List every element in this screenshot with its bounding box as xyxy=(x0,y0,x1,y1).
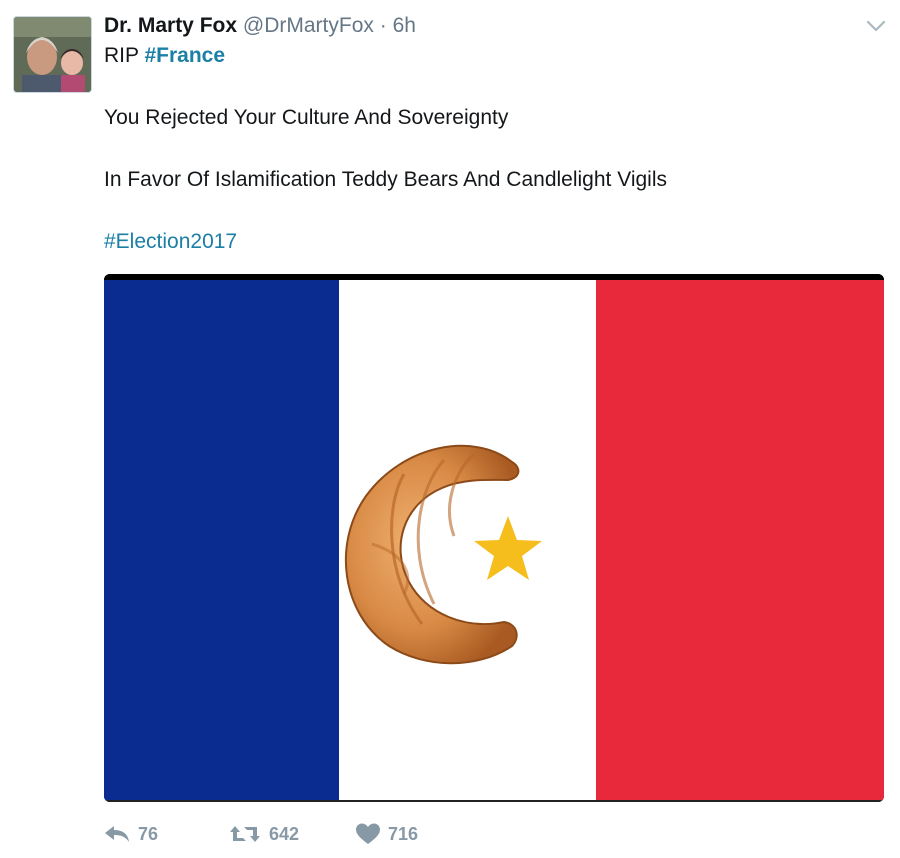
like-count: 716 xyxy=(388,823,419,844)
flag-image xyxy=(104,274,884,802)
tweet: Dr. Marty Fox @DrMartyFox · 6h RIP #Fran… xyxy=(0,0,900,858)
tweet-text-line-4: #Election2017 xyxy=(104,228,237,256)
hashtag-link[interactable]: #Election2017 xyxy=(104,230,237,253)
avatar-photo xyxy=(14,17,91,92)
heart-icon xyxy=(356,823,380,844)
tweet-media-image[interactable] xyxy=(104,274,884,802)
user-handle[interactable]: @DrMartyFox xyxy=(243,14,374,37)
like-button[interactable]: 716 xyxy=(356,818,418,850)
tweet-text-line-2: You Rejected Your Culture And Sovereignt… xyxy=(104,106,509,129)
flag-red-stripe xyxy=(596,280,884,800)
separator: · xyxy=(379,14,387,37)
retweet-icon xyxy=(230,826,260,842)
reply-icon xyxy=(105,826,129,842)
tweet-text: RIP xyxy=(104,44,139,67)
reply-button[interactable]: 76 xyxy=(104,818,158,850)
chevron-down-icon[interactable] xyxy=(864,14,888,38)
flag-blue-stripe xyxy=(104,280,339,800)
timestamp[interactable]: 6h xyxy=(393,14,416,37)
reply-count: 76 xyxy=(138,823,159,844)
hashtag-link[interactable]: #France xyxy=(144,44,225,67)
retweet-count: 642 xyxy=(269,823,300,844)
tweet-text-line-3: In Favor Of Islamification Teddy Bears A… xyxy=(104,168,668,191)
avatar[interactable] xyxy=(13,16,92,93)
tweet-header: Dr. Marty Fox @DrMartyFox · 6h xyxy=(104,10,416,42)
retweet-button[interactable]: 642 xyxy=(229,818,299,850)
tweet-text-line-1: RIP #France xyxy=(104,42,225,70)
display-name[interactable]: Dr. Marty Fox xyxy=(104,14,237,37)
